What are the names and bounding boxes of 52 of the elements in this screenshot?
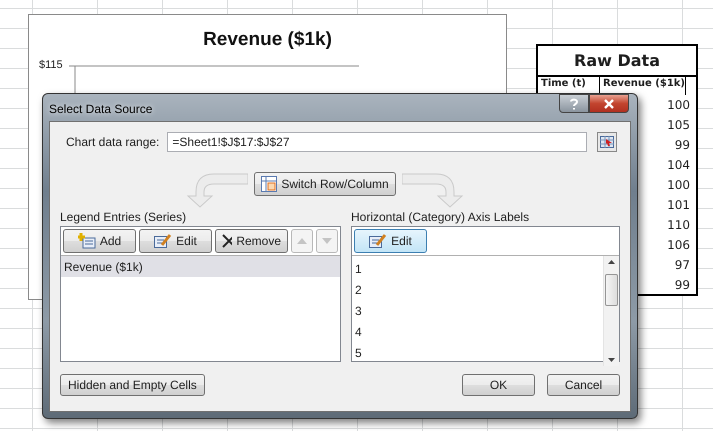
close-button[interactable] [589, 94, 629, 113]
table-cell-text: 101 [667, 197, 690, 214]
chart-title: Revenue ($1k) [202, 29, 333, 51]
table-cell-text: 100 [667, 97, 690, 114]
close-icon [603, 98, 615, 108]
edit-button[interactable]: Edit [139, 229, 212, 253]
list-item[interactable]: 1 [352, 261, 603, 282]
table-title: Raw Data [538, 46, 696, 77]
window-title: Select Data Source [49, 102, 152, 116]
down-triangle-icon [608, 358, 615, 362]
axis-label: $115 [39, 59, 63, 71]
range-label: Chart data range: [66, 135, 160, 149]
add-button[interactable]: Add [63, 229, 136, 253]
curved-arrow-icon [402, 172, 464, 208]
remove-button[interactable]: Remove [215, 229, 288, 253]
table-cell-text: 99 [674, 137, 690, 154]
table-cell-text: 106 [667, 237, 690, 254]
x-icon [222, 234, 232, 248]
scroll-thumb[interactable] [605, 274, 618, 306]
grid-arrow-icon [600, 136, 614, 148]
list-item[interactable]: 4 [352, 324, 603, 345]
table-cell-text: 99 [674, 277, 690, 294]
section-label: Legend Entries (Series) [60, 210, 188, 224]
table-cell-text: 100 [667, 177, 690, 194]
cancel-button[interactable]: Cancel [547, 374, 620, 396]
edit-button[interactable]: Edit [354, 229, 427, 253]
collapse-button[interactable] [597, 132, 618, 152]
scrollbar[interactable] [603, 256, 619, 366]
series-item[interactable]: Revenue ($1k) [61, 256, 340, 277]
list-item[interactable]: 3 [352, 303, 603, 324]
edit-list-icon [369, 233, 388, 249]
edit-list-icon [154, 233, 172, 249]
help-icon [569, 98, 579, 110]
table-cell-text: 105 [667, 117, 690, 134]
ok-button[interactable]: OK [462, 374, 535, 396]
switch-row-column-button[interactable]: Switch Row/Column [254, 172, 396, 196]
help-button[interactable] [559, 94, 589, 113]
range-value: =Sheet1!$J$17:$J$27 [172, 135, 290, 149]
up-triangle-icon [608, 260, 615, 264]
hidden-empty-cells-button[interactable]: Hidden and Empty Cells [60, 374, 205, 396]
list-item[interactable]: 5 [352, 345, 603, 366]
up-triangle-icon [297, 238, 307, 244]
section-label: Horizontal (Category) Axis Labels [351, 210, 530, 224]
range-field[interactable]: =Sheet1!$J$17:$J$27 [167, 132, 588, 152]
list-item[interactable]: 2 [352, 282, 603, 303]
table-cell-text: 110 [667, 217, 690, 234]
curved-arrow-icon [186, 172, 248, 208]
table-cell-text: 97 [674, 257, 690, 274]
down-triangle-icon [322, 238, 332, 244]
add-list-icon [78, 233, 96, 249]
table-swap-icon [261, 176, 278, 192]
table-cell-text: 104 [667, 157, 690, 174]
